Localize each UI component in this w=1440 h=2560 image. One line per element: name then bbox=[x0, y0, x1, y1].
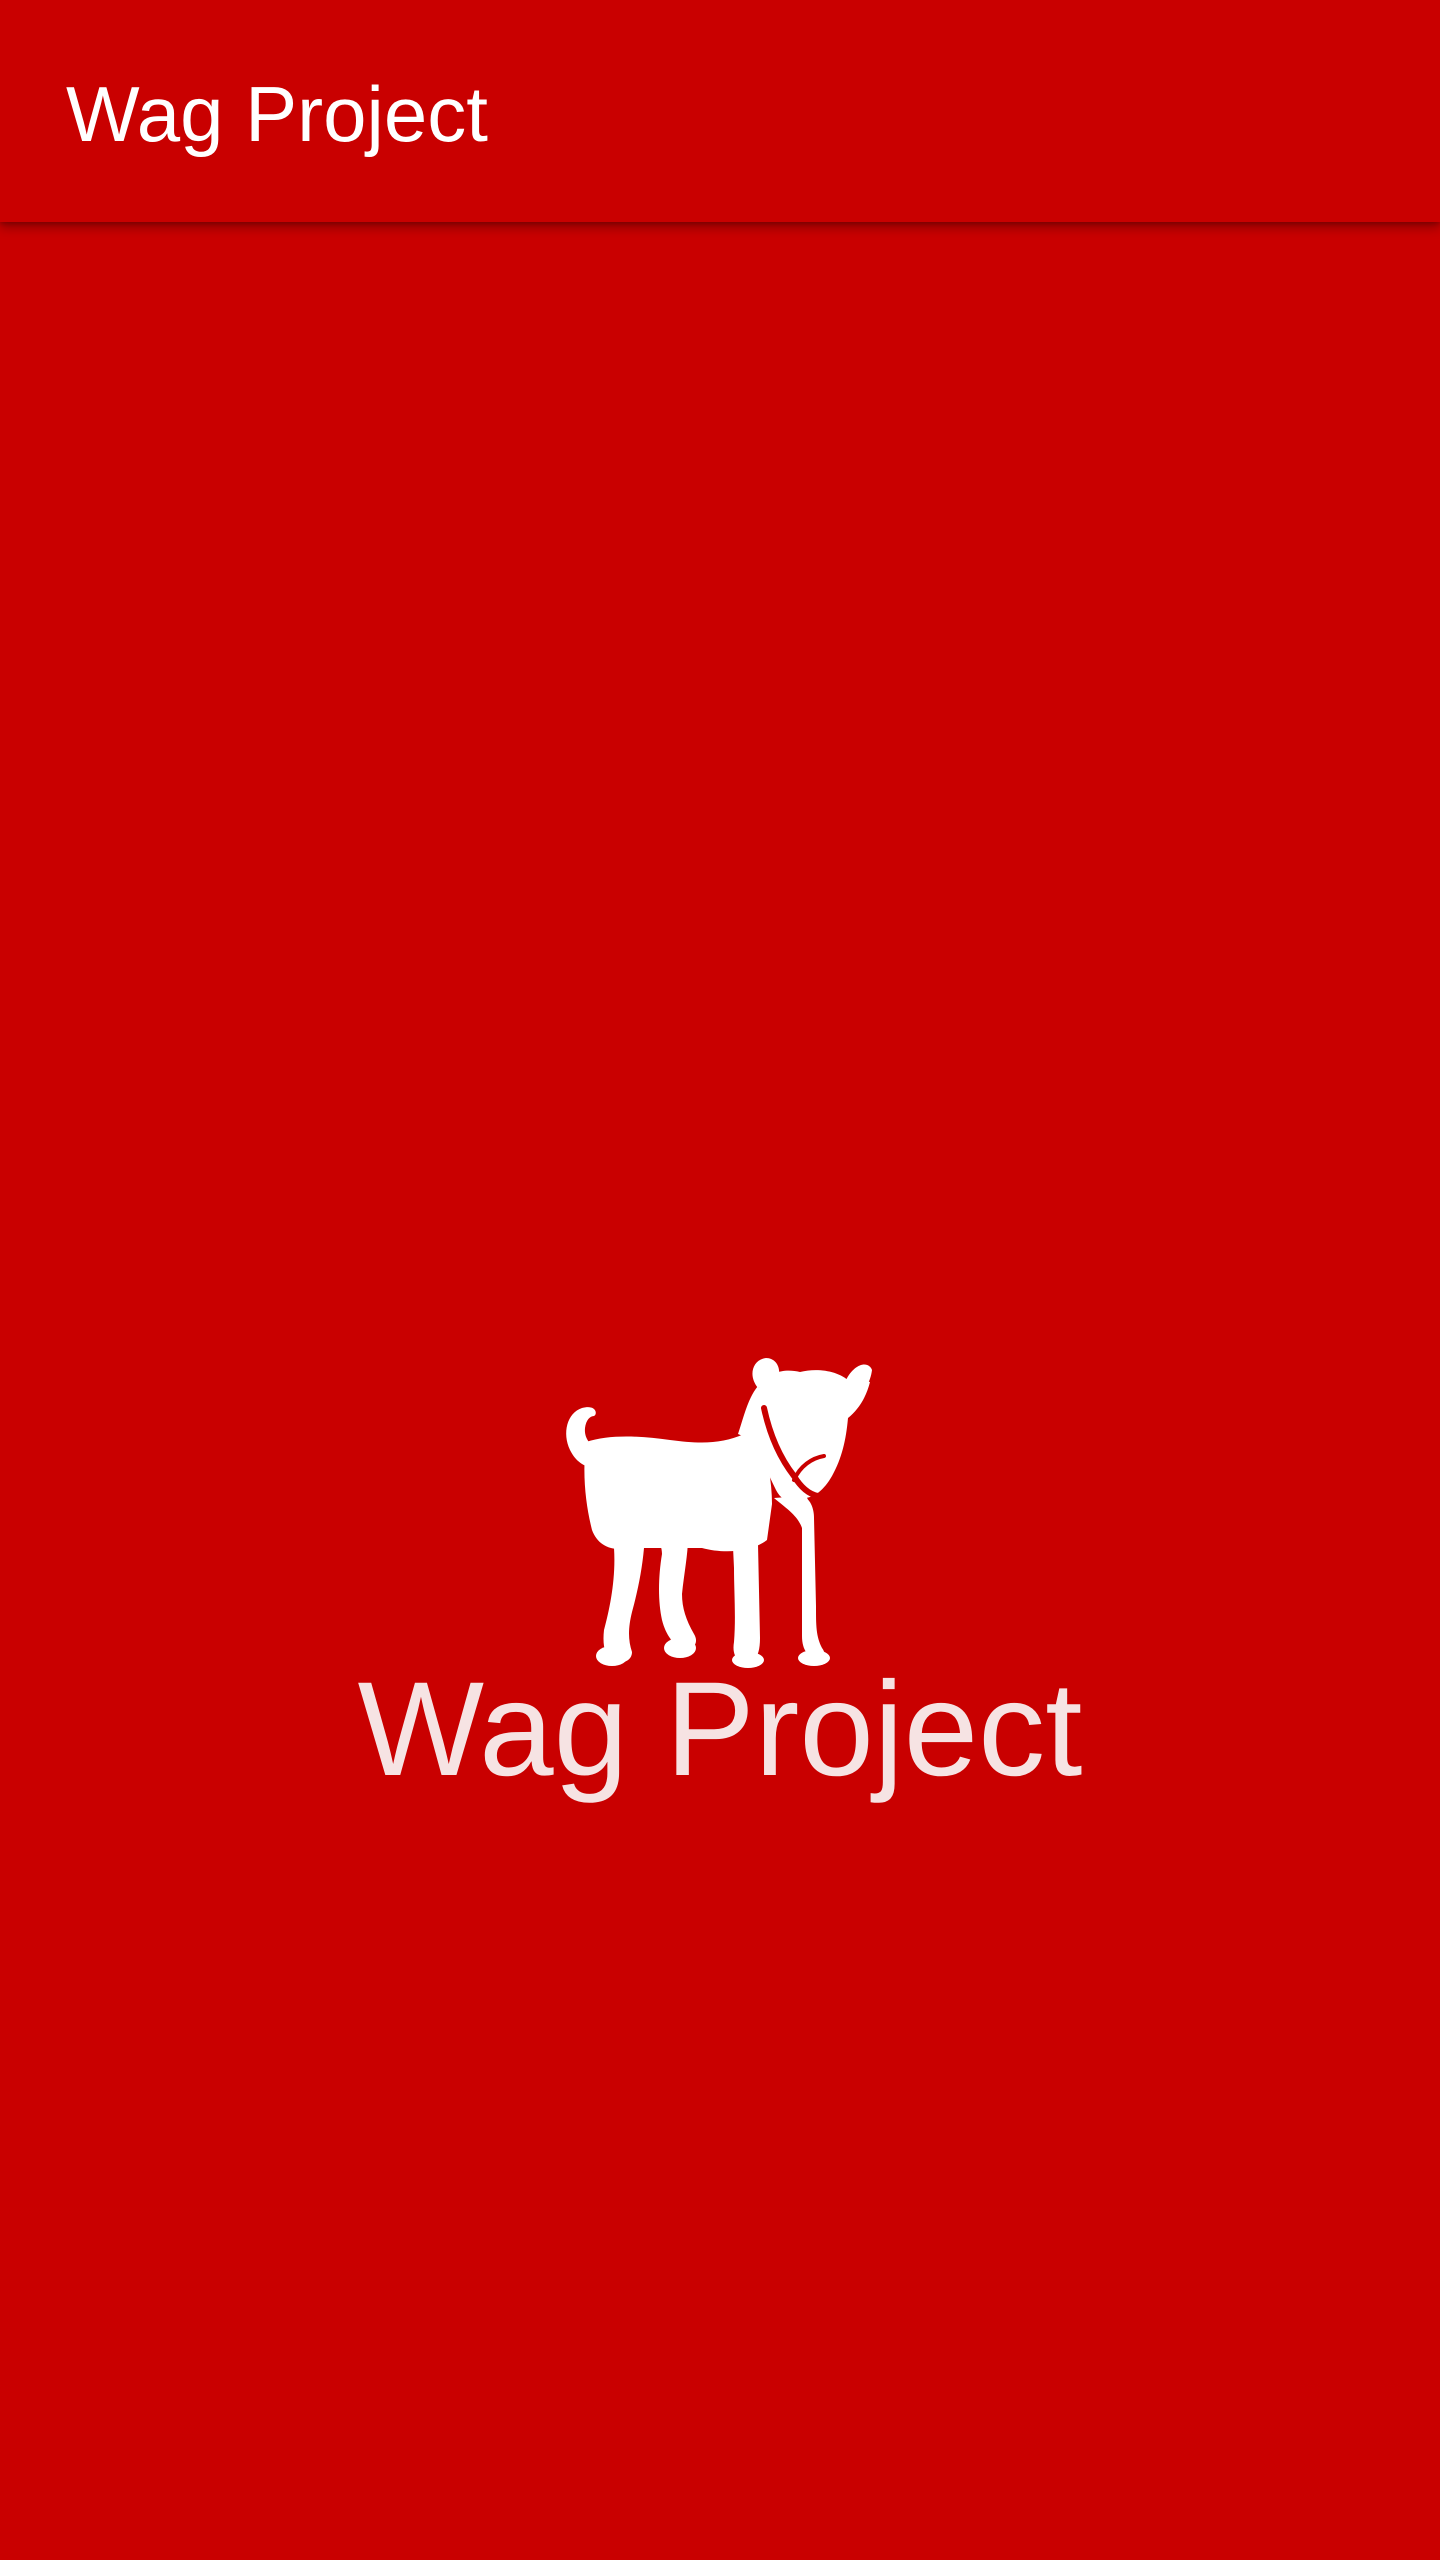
app-bar: Wag Project bbox=[0, 0, 1440, 222]
app-bar-title: Wag Project bbox=[66, 70, 488, 158]
app-screen: Wag Project Wag Project bbox=[0, 0, 1440, 2560]
splash-title: Wag Project bbox=[357, 1655, 1083, 1804]
splash-content bbox=[0, 222, 1440, 2560]
dog-icon bbox=[562, 1358, 872, 1668]
